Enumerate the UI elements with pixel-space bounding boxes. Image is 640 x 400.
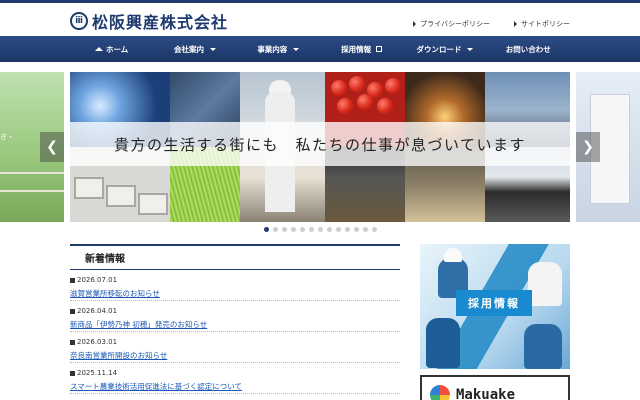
- news-link[interactable]: 滋賀営業所移転のお知らせ: [70, 288, 400, 299]
- news-link[interactable]: 奈良南営業所開設のお知らせ: [70, 350, 400, 361]
- news-heading: 新着情報: [70, 244, 400, 270]
- slider-dot[interactable]: [272, 227, 278, 232]
- logo-mark-icon: ⅲ: [70, 12, 88, 30]
- triangle-bullet-icon: [413, 21, 417, 27]
- tomato-shape: [357, 94, 373, 110]
- person-image: [426, 318, 460, 368]
- slider-tagline: 貴方の生活する街にも 私たちの仕事が息づいています: [113, 135, 527, 154]
- company-name: 松阪興産株式会社: [92, 13, 229, 32]
- privacy-policy-link[interactable]: プライバシーポリシー: [413, 19, 490, 29]
- slider-dot[interactable]: [290, 227, 296, 232]
- tomato-shape: [385, 78, 401, 94]
- hero-slider: き・ 貴方の生活する街にも 私たちの仕事が息づいています ❮ ❯: [0, 72, 640, 222]
- slider-dot[interactable]: [299, 227, 305, 232]
- square-bullet-icon: [70, 370, 75, 376]
- slider-dot[interactable]: [263, 227, 269, 232]
- chevron-right-icon: ❯: [582, 139, 594, 155]
- chevron-left-icon: ❮: [46, 139, 58, 155]
- slider-tagline-band: 貴方の生活する街にも 私たちの仕事が息づいています: [70, 122, 570, 166]
- news-item: 2026.07.01 滋賀営業所移転のお知らせ: [70, 270, 400, 301]
- news-section: 新着情報 2026.07.01 滋賀営業所移転のお知らせ 2026.04.01 …: [70, 244, 400, 394]
- makuake-text: Makuake: [456, 387, 516, 400]
- slider-next-button[interactable]: ❯: [576, 132, 600, 162]
- slider-dot[interactable]: [326, 227, 332, 232]
- news-date: 2026.04.01: [77, 307, 118, 315]
- helmet-image: [444, 248, 462, 262]
- home-icon: [95, 47, 104, 51]
- nav-item-contact[interactable]: お問い合わせ: [487, 36, 570, 62]
- slider-dot[interactable]: [362, 227, 368, 232]
- person-image: [524, 324, 562, 369]
- square-bullet-icon: [70, 308, 75, 314]
- square-bullet-icon: [70, 339, 75, 345]
- slider-dots: [0, 227, 640, 232]
- recruit-banner-label: 採用情報: [456, 290, 532, 316]
- nav-item-business[interactable]: 事業内容: [237, 36, 320, 62]
- slider-prev-button[interactable]: ❮: [40, 132, 64, 162]
- main-nav: ホーム 会社案内 事業内容 採用情報 ダウンロード お問い合わせ: [0, 36, 640, 62]
- caret-down-icon: [293, 47, 300, 51]
- site-header: ⅲ 松阪興産株式会社 プライバシーポリシー サイトポリシー: [0, 0, 640, 36]
- top-links: プライバシーポリシー サイトポリシー: [413, 19, 570, 29]
- news-link[interactable]: スマート農業技術活用促進法に基づく認定について: [70, 381, 400, 392]
- block-shape: [74, 177, 104, 199]
- slider-dot[interactable]: [308, 227, 314, 232]
- slider-dot[interactable]: [281, 227, 287, 232]
- slider-dot[interactable]: [371, 227, 377, 232]
- slider-dot[interactable]: [317, 227, 323, 232]
- nav-item-company[interactable]: 会社案内: [153, 36, 236, 62]
- triangle-bullet-icon: [514, 21, 517, 27]
- caret-down-icon: [467, 47, 474, 51]
- news-link[interactable]: 新商品「伊勢乃神 初穂」発売のお知らせ: [70, 319, 400, 330]
- slider-dot[interactable]: [353, 227, 359, 232]
- slider-dot[interactable]: [335, 227, 341, 232]
- fence-image: [0, 172, 64, 192]
- person-image: [528, 262, 562, 306]
- caret-down-icon: [209, 47, 216, 51]
- makuake-banner[interactable]: Makuake: [420, 375, 570, 400]
- tomato-shape: [349, 76, 365, 92]
- slider-dot[interactable]: [344, 227, 350, 232]
- tomato-shape: [377, 98, 393, 114]
- news-item: 2026.03.01 奈良南営業所開設のお知らせ: [70, 332, 400, 363]
- nav-item-recruit[interactable]: 採用情報: [320, 36, 403, 62]
- tomato-shape: [337, 98, 353, 114]
- tomato-shape: [331, 80, 347, 96]
- news-date: 2026.07.01: [77, 276, 118, 284]
- nav-item-download[interactable]: ダウンロード: [403, 36, 486, 62]
- block-shape: [106, 185, 136, 207]
- recruit-banner[interactable]: 採用情報: [420, 244, 570, 369]
- news-date: 2025.11.14: [77, 369, 118, 377]
- site-logo[interactable]: ⅲ 松阪興産株式会社: [70, 9, 228, 33]
- external-link-icon: [376, 46, 383, 52]
- prev-slide-caption: き・: [0, 133, 14, 141]
- news-item: 2025.11.14 スマート農業技術活用促進法に基づく認定について: [70, 363, 400, 394]
- block-shape: [138, 193, 168, 215]
- news-date: 2026.03.01: [77, 338, 118, 346]
- nav-item-home[interactable]: ホーム: [70, 36, 153, 62]
- site-policy-link[interactable]: サイトポリシー: [514, 19, 570, 29]
- makuake-logo-icon: [430, 385, 450, 400]
- news-item: 2026.04.01 新商品「伊勢乃神 初穂」発売のお知らせ: [70, 301, 400, 332]
- square-bullet-icon: [70, 277, 75, 283]
